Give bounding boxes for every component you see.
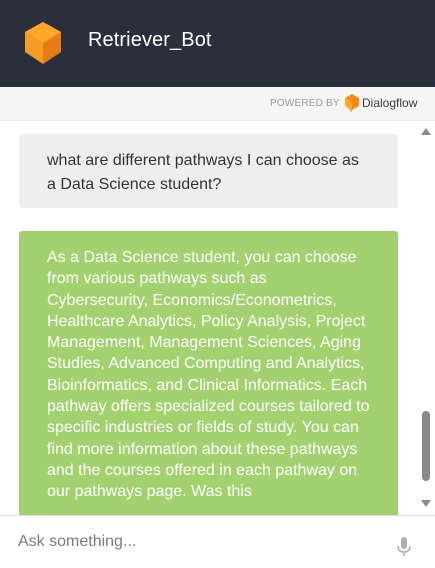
powered-by-bar: POWERED BY Dialogflow xyxy=(0,87,435,121)
dialogflow-icon xyxy=(345,94,359,112)
user-message: what are different pathways I can choose… xyxy=(19,134,398,208)
bot-title: Retriever_Bot xyxy=(88,29,212,51)
dialogflow-brand[interactable]: Dialogflow xyxy=(362,96,417,110)
scroll-thumb[interactable] xyxy=(422,411,430,481)
chat-messages[interactable]: what are different pathways I can choose… xyxy=(0,121,435,515)
chat-header: Retriever_Bot xyxy=(0,0,435,87)
chat-scrollbar[interactable] xyxy=(417,121,435,515)
scroll-down-arrow-icon[interactable] xyxy=(421,500,431,507)
scroll-up-arrow-icon[interactable] xyxy=(421,128,431,135)
microphone-icon[interactable] xyxy=(397,537,411,557)
bot-message: As a Data Science student, you can choos… xyxy=(19,231,398,515)
message-input[interactable] xyxy=(18,530,378,554)
powered-by-label: POWERED BY xyxy=(270,98,340,109)
dialogflow-cube-icon xyxy=(25,22,61,64)
message-input-bar xyxy=(0,515,435,568)
